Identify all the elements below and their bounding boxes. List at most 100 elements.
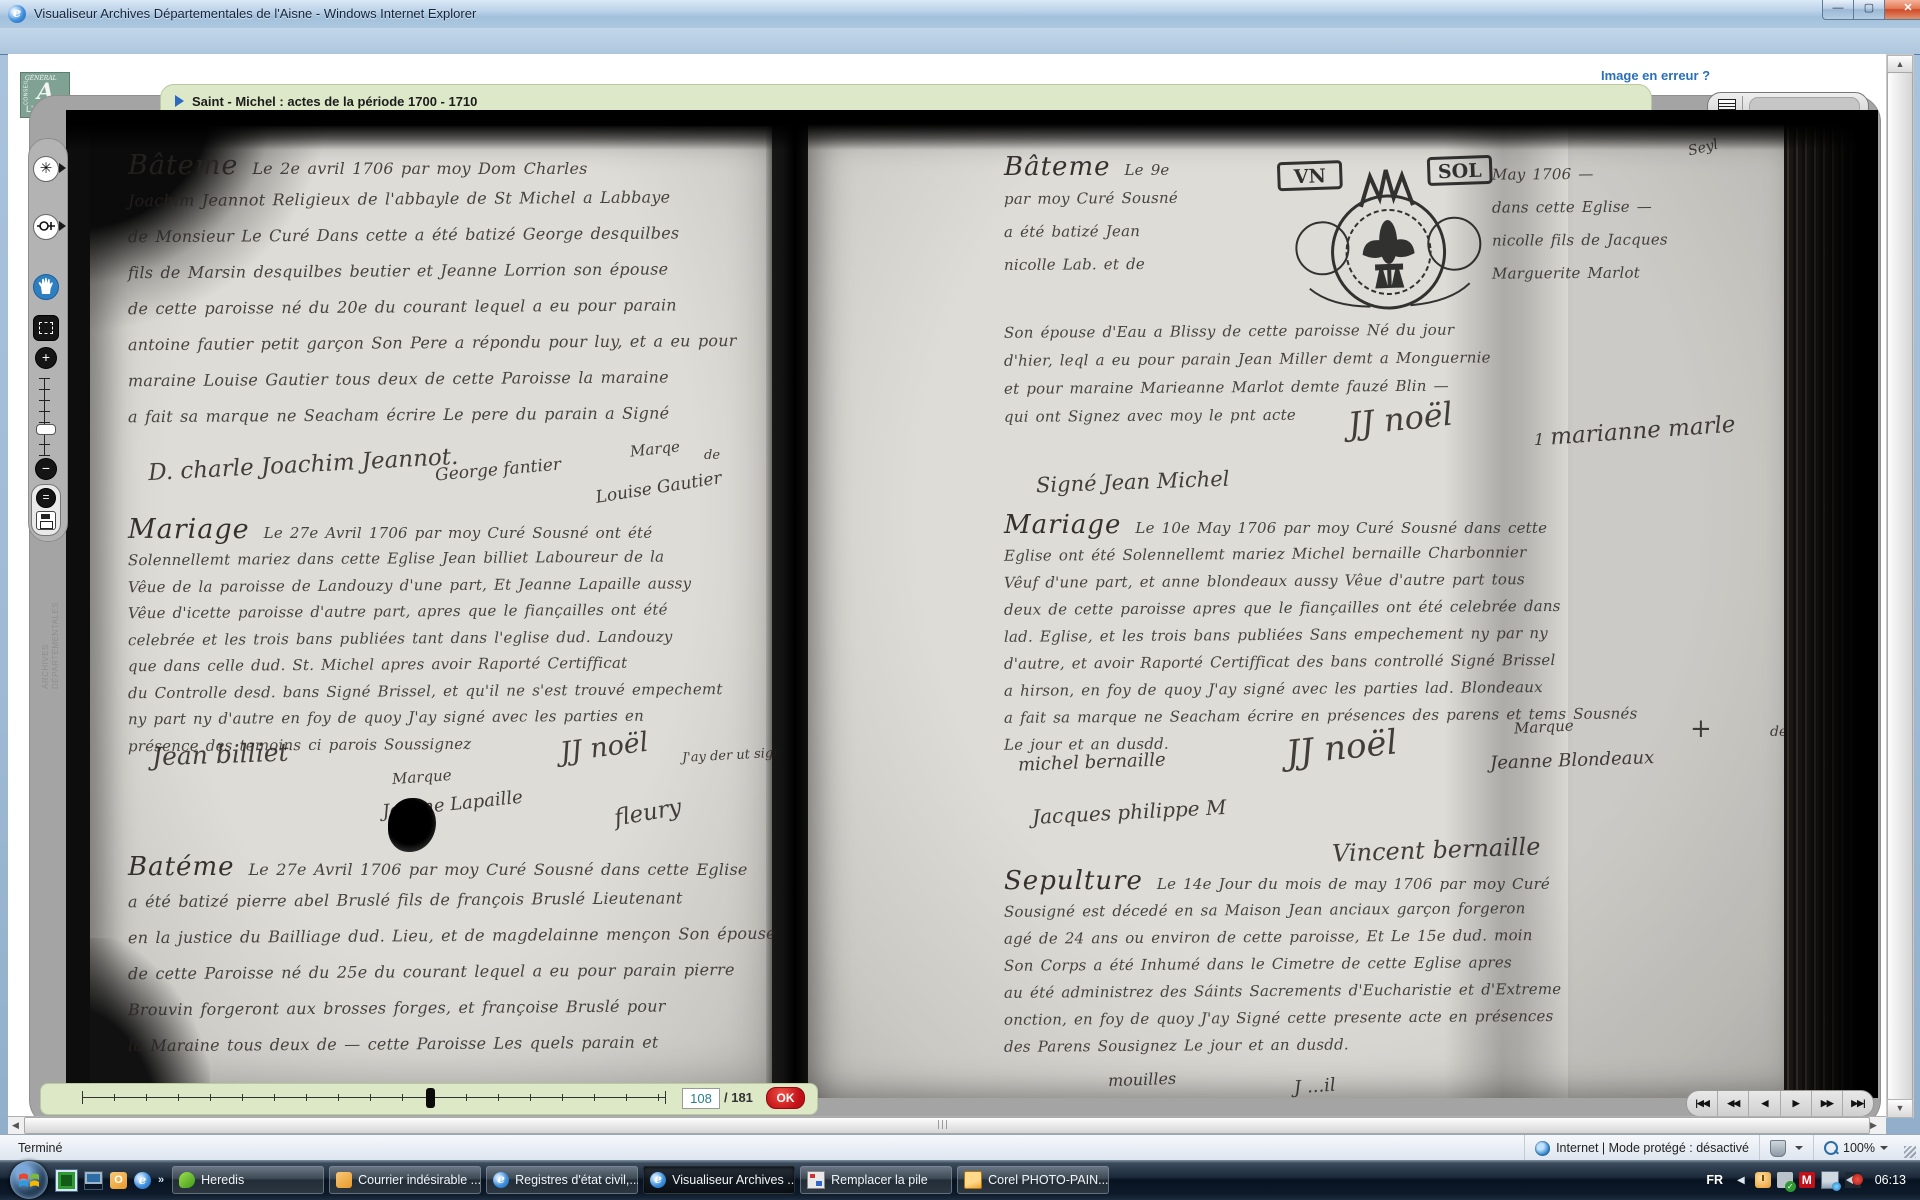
select-region-button[interactable]: [33, 315, 59, 341]
manuscript-scan[interactable]: BâtemeLe 2e avril 1706 par moy Dom Charl…: [66, 110, 1878, 1098]
network-tray-icon[interactable]: [1821, 1171, 1839, 1189]
nav-next-button[interactable]: ▶: [1781, 1091, 1812, 1116]
chevron-icon[interactable]: »: [158, 1174, 164, 1186]
contrast-icon: [35, 215, 57, 237]
taskbar-button-corel-photo-pain[interactable]: Corel PHOTO-PAIN...: [957, 1166, 1109, 1194]
volume-muted-tray-icon[interactable]: [1845, 1172, 1861, 1188]
title-bar[interactable]: e Visualiseur Archives Départementales d…: [0, 0, 1920, 29]
clock[interactable]: 06:13: [1875, 1173, 1906, 1187]
manuscript-line: Le 27e Avril 1706 par moy Curé Sousné on…: [264, 524, 653, 542]
signature: J ...il: [1293, 1075, 1336, 1098]
maximize-button[interactable]: ▢: [1853, 0, 1885, 20]
tray-expand-icon[interactable]: ◀: [1737, 1175, 1745, 1186]
manuscript-line: par moy Curé Sousné: [1004, 181, 1284, 216]
vertical-scroll-thumb[interactable]: [1887, 72, 1913, 1100]
manuscript-line: de cette Paroisse né du 25e du courant l…: [128, 952, 772, 992]
manuscript-line: Le 2e avril 1706 par moy Dom Charles: [252, 159, 587, 178]
taskbar-button-courrier-ind-sirable[interactable]: Courrier indésirable ...: [329, 1166, 481, 1194]
manuscript-line: de Monsieur Le Curé Dans cette a été bat…: [128, 215, 768, 255]
quicklaunch-outlook-icon[interactable]: O: [110, 1172, 127, 1189]
quicklaunch-vnc-icon[interactable]: [56, 1170, 77, 1191]
manuscript-act: MariageLe 27e Avril 1706 par moy Curé So…: [128, 514, 772, 757]
outlook-tray-icon[interactable]: [1755, 1172, 1771, 1188]
address-bar-row: A http://www.archives.aisne.fr/visu2/vis…: [0, 28, 1920, 55]
manuscript-line: Le 9e: [1124, 161, 1169, 179]
start-button[interactable]: [10, 1161, 48, 1199]
resize-grip[interactable]: [1904, 1146, 1916, 1158]
manuscript-line: a été batizé pierre abel Bruslé fils de …: [128, 880, 772, 920]
quicklaunch-ie-icon[interactable]: e: [134, 1172, 151, 1189]
close-button[interactable]: ✕: [1884, 0, 1920, 20]
act-heading: Mariage: [1004, 510, 1121, 540]
save-button[interactable]: [36, 511, 56, 530]
zoom-in-button[interactable]: +: [35, 347, 57, 369]
nav-buttons: |◀◀ ◀◀ ◀ ▶ ▶▶ ▶▶|: [1686, 1090, 1874, 1117]
page-number-input[interactable]: 108: [682, 1088, 720, 1109]
image-error-link[interactable]: Image en erreur ?: [1601, 68, 1710, 83]
page-slider-thumb[interactable]: [426, 1088, 435, 1108]
manuscript-line: Joachim Jeannot Religieux de l'abbayle d…: [128, 179, 768, 219]
scroll-left-icon[interactable]: ◀: [12, 1120, 19, 1131]
manuscript-line: Le 10e May 1706 par moy Curé Sousné dans…: [1135, 519, 1547, 537]
ie-icon: e: [493, 1172, 509, 1188]
nav-prev-button[interactable]: ◀: [1749, 1091, 1780, 1116]
taskbar-button-label: Visualiseur Archives ...: [672, 1173, 795, 1187]
scroll-thumb-grip: [938, 1120, 950, 1129]
overview-tool-button[interactable]: ✳: [33, 156, 59, 182]
mcafee-tray-icon[interactable]: M: [1799, 1172, 1815, 1188]
signature: Louise Gautier: [594, 468, 723, 508]
manuscript-act: BâtemeLe 2e avril 1706 par moy Dom Charl…: [128, 150, 768, 433]
slider-end-tick: [665, 1091, 666, 1104]
page-slider-track[interactable]: [82, 1097, 666, 1098]
zoom-slider-handle[interactable]: [36, 424, 56, 435]
manuscript-line: dans cette Eglise —: [1492, 190, 1668, 224]
nav-first-button[interactable]: |◀◀: [1687, 1091, 1718, 1116]
taskbar-button-visualiseur-archives[interactable]: eVisualiseur Archives ...: [643, 1166, 795, 1194]
taskbar-button-remplacer-la-pile[interactable]: Remplacer la pile: [800, 1166, 952, 1194]
manuscript-act: Mariage Le 10e May 1706 par moy Curé Sous…: [1004, 510, 1808, 756]
scroll-down-icon[interactable]: ▼: [1887, 1099, 1913, 1118]
show-desktop-icon[interactable]: [84, 1171, 103, 1190]
ink-blot: [388, 798, 436, 852]
language-indicator[interactable]: FR: [1706, 1173, 1723, 1187]
taskbar-button-registres-d-tat-civil[interactable]: eRegistres d'état civil,...: [486, 1166, 638, 1194]
manuscript-line: Marguerite Marlot: [1492, 256, 1668, 290]
manuscript-line: la Maraine tous deux de — cette Paroisse…: [128, 1024, 772, 1064]
floppy-icon: [41, 514, 50, 519]
plus-icon: +: [42, 349, 50, 365]
shield-icon: [1770, 1140, 1786, 1157]
taskbar-button-label: Remplacer la pile: [831, 1173, 928, 1187]
nav-rewind-button[interactable]: ◀◀: [1718, 1091, 1749, 1116]
scroll-right-icon[interactable]: ▶: [1870, 1120, 1877, 1131]
actual-size-button[interactable]: =: [36, 488, 56, 508]
privacy-segment[interactable]: [1759, 1135, 1813, 1161]
zoom-slider[interactable]: [43, 378, 47, 456]
mail-icon: [336, 1172, 352, 1188]
manuscript-act: SepultureLe 14e Jour du mois de may 1706…: [1004, 866, 1808, 1058]
taskbar: O e » HeredisCourrier indésirable ...eRe…: [0, 1160, 1920, 1200]
nav-forward-button[interactable]: ▶▶: [1812, 1091, 1843, 1116]
update-ok-tray-icon[interactable]: [1777, 1172, 1793, 1188]
ok-button[interactable]: OK: [766, 1087, 805, 1109]
pan-tool-button[interactable]: [33, 274, 59, 300]
flyout-arrow-icon[interactable]: [59, 221, 66, 231]
manuscript-line: May 1706 —: [1492, 157, 1668, 191]
manuscript-line: Solennellemt mariez dans cette Eglise Je…: [128, 543, 772, 574]
taskbar-button-heredis[interactable]: Heredis: [172, 1166, 324, 1194]
contrast-tool-button[interactable]: [33, 214, 59, 240]
status-text: Terminé: [18, 1141, 1524, 1155]
flyout-arrow-icon[interactable]: [59, 163, 66, 173]
zoom-segment[interactable]: 100%: [1813, 1135, 1898, 1161]
minimize-button[interactable]: —: [1822, 0, 1854, 20]
nav-last-button[interactable]: ▶▶|: [1843, 1091, 1873, 1116]
manuscript-line: a fait sa marque ne Seacham écrire Le pe…: [128, 395, 768, 435]
compass-icon: ✳: [40, 160, 53, 177]
signature: michel bernaille: [1018, 749, 1166, 775]
globe-icon: [1535, 1141, 1550, 1156]
zoom-out-button[interactable]: −: [35, 458, 57, 480]
viewer-title: Saint - Michel : actes de la période 170…: [192, 94, 477, 109]
manuscript-line: fils de Marsin desquilbes beutier et Jea…: [128, 251, 768, 291]
manuscript-line: ny part ny d'autre en foy de quoy J'ay s…: [128, 702, 772, 733]
arrow-right-icon: [175, 95, 184, 107]
dropdown-caret-icon: [1795, 1146, 1803, 1150]
